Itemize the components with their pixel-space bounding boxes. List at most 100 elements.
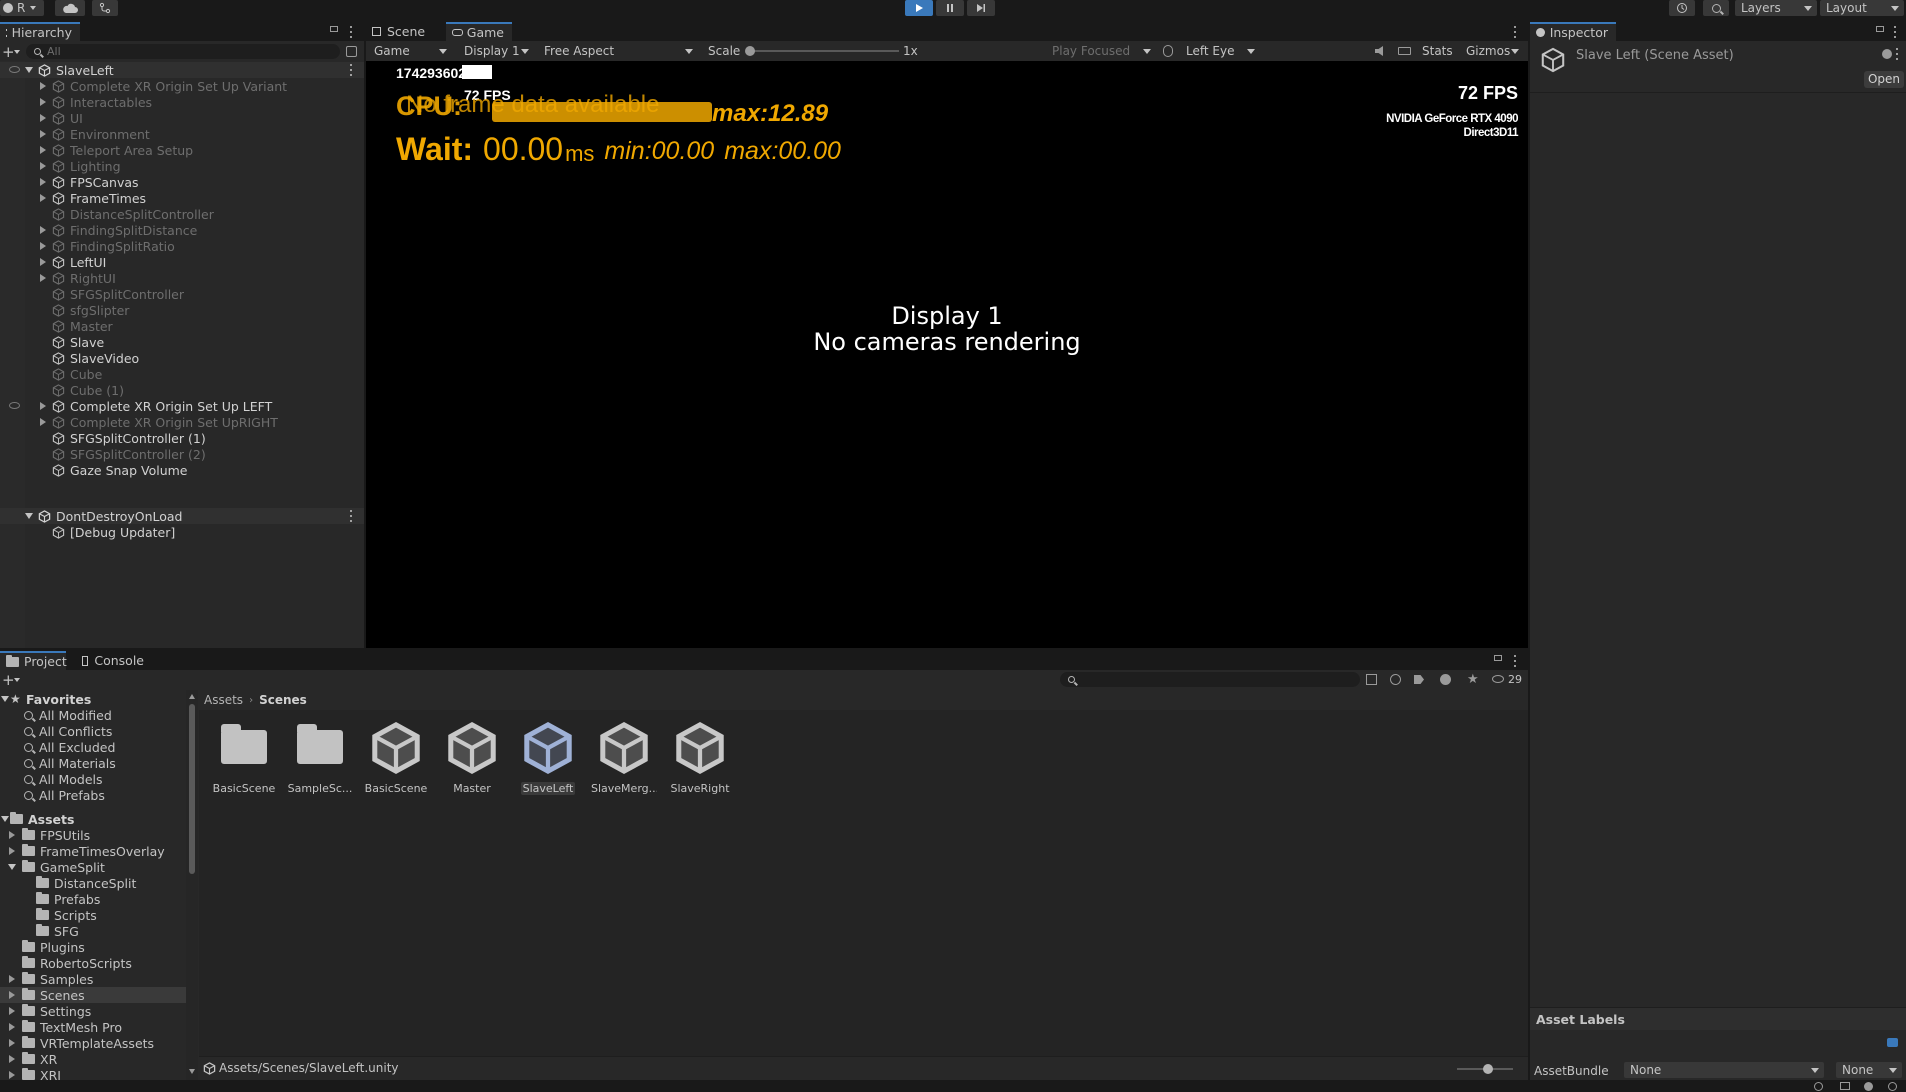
- hierarchy-item[interactable]: Gaze Snap Volume: [0, 462, 364, 478]
- folder-tree-item[interactable]: VRTemplateAssets: [0, 1035, 186, 1051]
- lock-icon[interactable]: [330, 26, 338, 32]
- expand-arrow-icon[interactable]: [40, 178, 46, 186]
- icon-size-slider[interactable]: [1457, 1064, 1513, 1074]
- activity-icon[interactable]: [1888, 1082, 1897, 1091]
- folder-tree-item[interactable]: DistanceSplit: [0, 875, 186, 891]
- expand-arrow-icon[interactable]: [9, 1039, 15, 1047]
- folder-tree-item[interactable]: XR: [0, 1051, 186, 1067]
- tab-hierarchy[interactable]: Hierarchy: [0, 22, 80, 41]
- scrollbar-thumb[interactable]: [189, 704, 195, 874]
- help-icon[interactable]: [1882, 49, 1892, 59]
- hierarchy-item[interactable]: Lighting: [0, 158, 364, 174]
- hierarchy-item[interactable]: SlaveVideo: [0, 350, 364, 366]
- scene-menu-icon[interactable]: [350, 64, 353, 76]
- expand-arrow-icon[interactable]: [40, 82, 46, 90]
- scale-slider-handle[interactable]: [745, 46, 755, 56]
- scroll-down-arrow[interactable]: [189, 1069, 195, 1074]
- expand-arrow-icon[interactable]: [9, 1071, 15, 1079]
- folder-tree-item[interactable]: XRI: [0, 1067, 186, 1080]
- folder-tree-item[interactable]: Scripts: [0, 907, 186, 923]
- folder-tree-item[interactable]: RobertoScripts: [0, 955, 186, 971]
- expand-arrow-icon[interactable]: [40, 258, 46, 266]
- search-button[interactable]: [1703, 0, 1729, 16]
- expand-arrow-icon[interactable]: [9, 847, 15, 855]
- hidden-eye-icon[interactable]: [9, 66, 20, 73]
- hierarchy-item[interactable]: RightUI: [0, 270, 364, 286]
- collapse-arrow-icon[interactable]: [1, 696, 9, 702]
- inspector-component-menu-icon[interactable]: [1896, 48, 1899, 60]
- hierarchy-item[interactable]: Environment: [0, 126, 364, 142]
- breadcrumb-scenes[interactable]: Scenes: [259, 693, 307, 707]
- hidden-eye-icon[interactable]: [9, 402, 20, 409]
- gizmos-dropdown[interactable]: Gizmos: [1460, 43, 1524, 59]
- expand-arrow-icon[interactable]: [40, 402, 46, 410]
- display-select[interactable]: Display 1: [458, 43, 534, 59]
- warning-icon[interactable]: [1440, 674, 1451, 685]
- pause-button[interactable]: [936, 0, 964, 16]
- folder-tree-item[interactable]: FrameTimesOverlay: [0, 843, 186, 859]
- collapse-arrow-icon[interactable]: [25, 513, 33, 519]
- hierarchy-item[interactable]: FrameTimes: [0, 190, 364, 206]
- folder-tree-item[interactable]: Samples: [0, 971, 186, 987]
- folder-tree-item[interactable]: GameSplit: [0, 859, 186, 875]
- scene-visibility-icon[interactable]: [346, 46, 357, 57]
- expand-arrow-icon[interactable]: [40, 146, 46, 154]
- hierarchy-item[interactable]: FindingSplitDistance: [0, 222, 364, 238]
- assetbundle-variant-select[interactable]: None: [1836, 1062, 1902, 1078]
- hierarchy-item[interactable]: Teleport Area Setup: [0, 142, 364, 158]
- lock-icon[interactable]: [1876, 26, 1884, 32]
- hierarchy-item[interactable]: LeftUI: [0, 254, 364, 270]
- folder-tree-item[interactable]: Scenes: [0, 987, 186, 1003]
- search-by-label-icon[interactable]: [1390, 674, 1401, 685]
- project-menu-icon[interactable]: [1514, 655, 1517, 667]
- tab-project[interactable]: Project: [0, 651, 67, 670]
- asset-scene-item[interactable]: Master: [439, 718, 505, 795]
- hierarchy-item[interactable]: SFGSplitController: [0, 286, 364, 302]
- expand-arrow-icon[interactable]: [40, 162, 46, 170]
- network-icon[interactable]: [1840, 1082, 1850, 1090]
- hierarchy-item[interactable]: sfgSlipter: [0, 302, 364, 318]
- tab-game[interactable]: Game: [446, 22, 512, 41]
- add-icon[interactable]: +: [2, 43, 15, 61]
- expand-arrow-icon[interactable]: [40, 194, 46, 202]
- asset-folder-item[interactable]: BasicScene: [211, 718, 277, 795]
- expand-arrow-icon[interactable]: [9, 1055, 15, 1063]
- expand-arrow-icon[interactable]: [40, 418, 46, 426]
- audio-mute-icon[interactable]: [1375, 46, 1383, 56]
- expand-arrow-icon[interactable]: [9, 991, 15, 999]
- breadcrumb-assets[interactable]: Assets: [204, 693, 243, 707]
- expand-arrow-icon[interactable]: [40, 114, 46, 122]
- collapse-arrow-icon[interactable]: [8, 864, 16, 870]
- bug-status-icon[interactable]: [1864, 1082, 1873, 1091]
- cloud-button[interactable]: [55, 0, 85, 16]
- collab-button[interactable]: [92, 0, 118, 16]
- hierarchy-item[interactable]: Slave: [0, 334, 364, 350]
- hierarchy-item[interactable]: Cube (1): [0, 382, 364, 398]
- hierarchy-item[interactable]: Cube: [0, 366, 364, 382]
- play-button[interactable]: [905, 0, 933, 16]
- account-dropdown[interactable]: R: [0, 0, 44, 16]
- icon-size-slider-handle[interactable]: [1483, 1064, 1493, 1074]
- hierarchy-item[interactable]: DistanceSplitController: [0, 206, 364, 222]
- play-focused-select[interactable]: Play Focused: [1046, 43, 1156, 59]
- collapse-arrow-icon[interactable]: [25, 67, 33, 73]
- tab-console[interactable]: Console: [76, 651, 152, 670]
- collapse-arrow-icon[interactable]: [1, 816, 9, 822]
- expand-arrow-icon[interactable]: [9, 1023, 15, 1031]
- expand-arrow-icon[interactable]: [9, 831, 15, 839]
- stats-button[interactable]: Stats: [1422, 44, 1453, 58]
- add-icon[interactable]: +: [2, 671, 15, 689]
- undo-history-button[interactable]: [1669, 0, 1695, 16]
- hierarchy-item[interactable]: Interactables: [0, 94, 364, 110]
- tag-icon[interactable]: [1414, 675, 1424, 684]
- expand-arrow-icon[interactable]: [40, 98, 46, 106]
- hierarchy-menu-icon[interactable]: [350, 26, 353, 38]
- favorite-item[interactable]: All Conflicts: [24, 723, 112, 739]
- open-button[interactable]: Open: [1864, 71, 1904, 88]
- hierarchy-item[interactable]: FPSCanvas: [0, 174, 364, 190]
- keyboard-icon[interactable]: [1398, 47, 1411, 55]
- favorite-item[interactable]: All Prefabs: [24, 787, 105, 803]
- hidden-eye-icon[interactable]: [1492, 675, 1504, 683]
- label-tag-icon[interactable]: [1887, 1038, 1898, 1047]
- layers-dropdown[interactable]: Layers: [1735, 0, 1817, 16]
